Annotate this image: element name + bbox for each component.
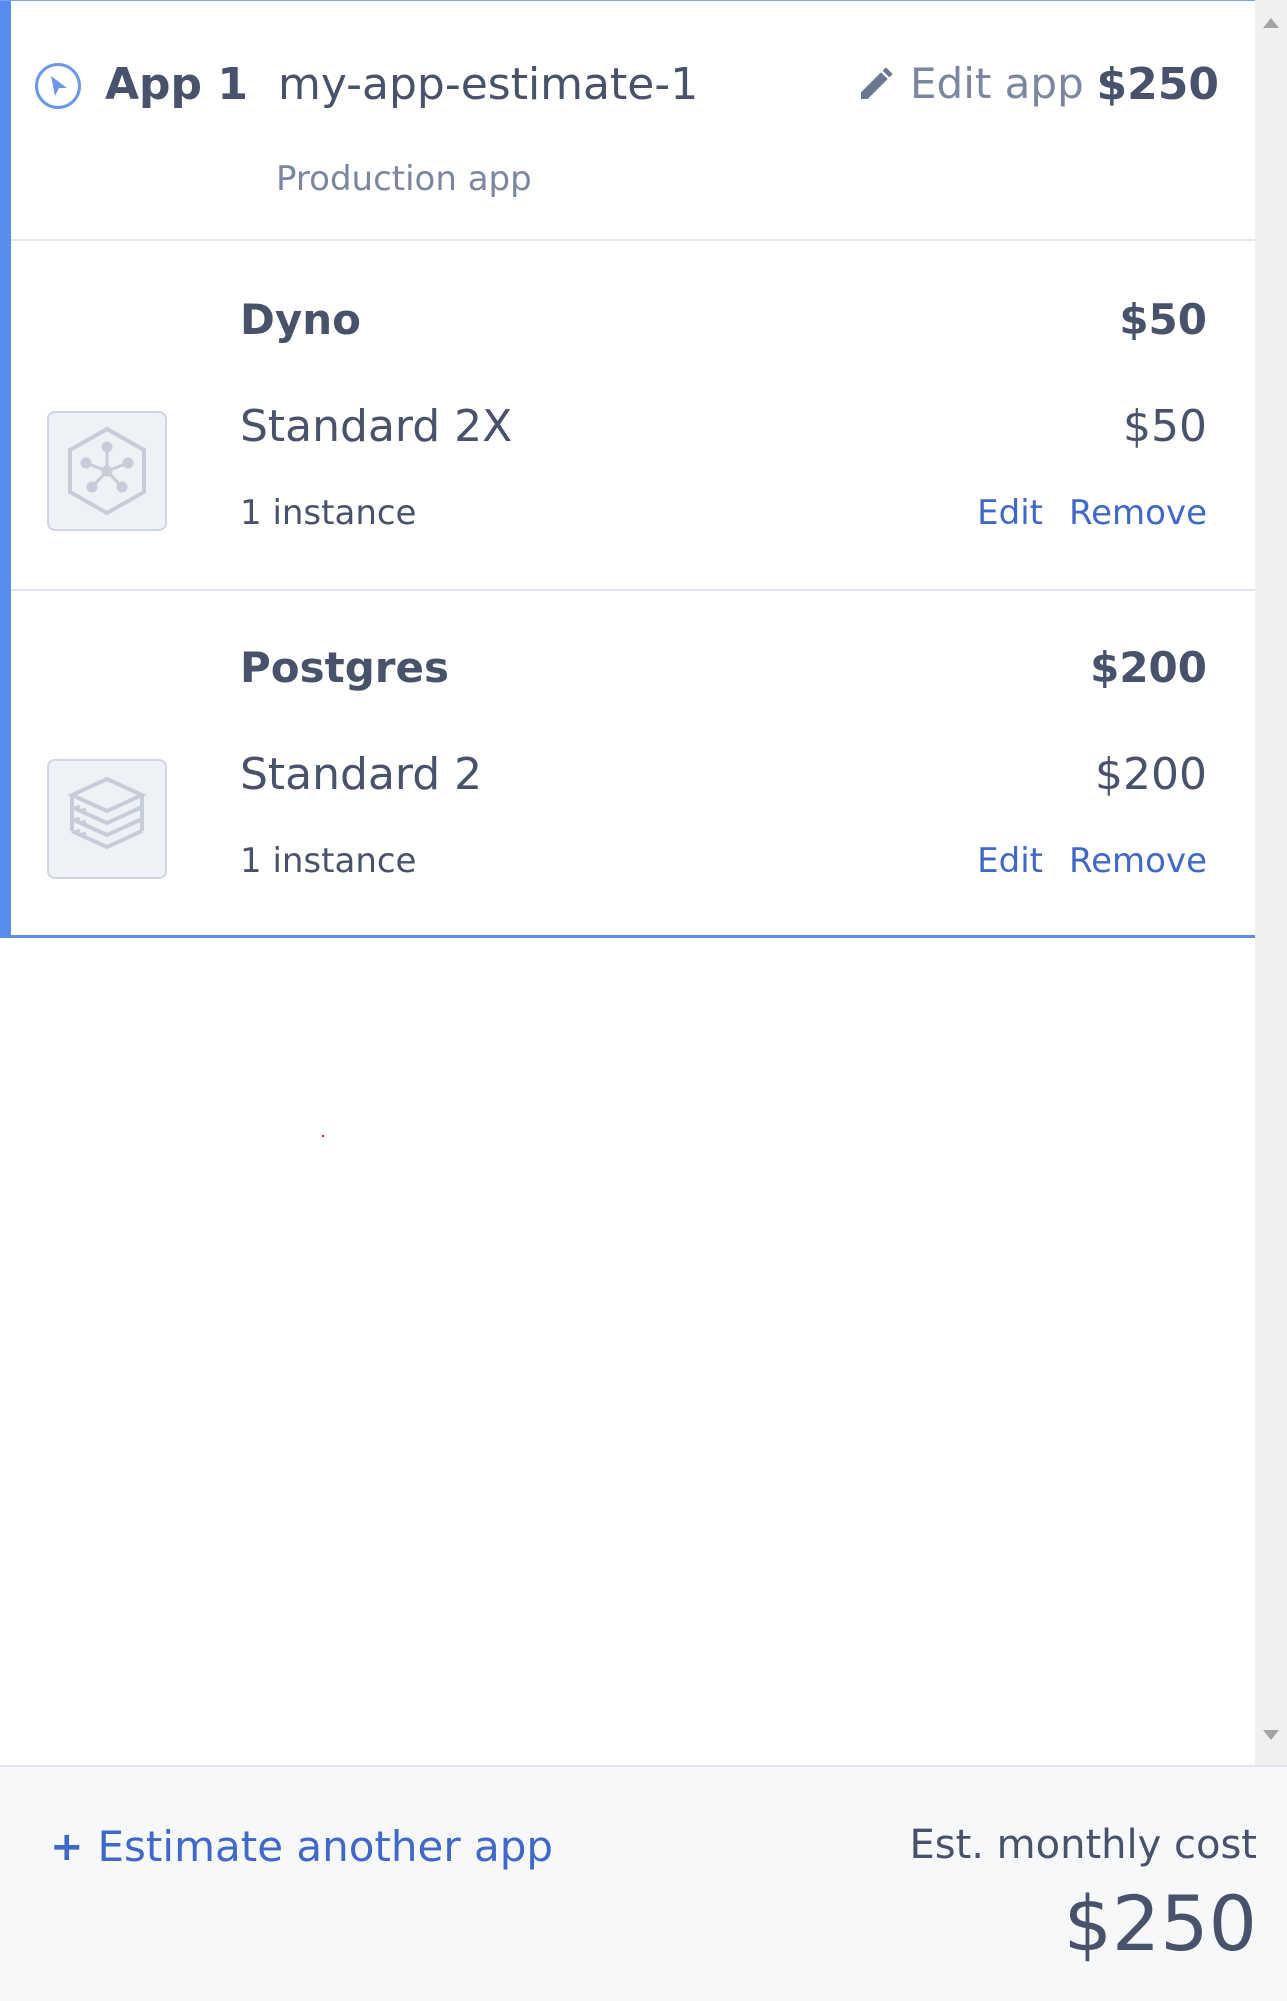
app-total-price: $250 [1096, 59, 1219, 110]
addon-category: Postgres [240, 643, 449, 692]
est-monthly-cost-total: $250 [1063, 1879, 1257, 1968]
vertical-scrollbar[interactable] [1255, 0, 1287, 1765]
addon-plan-price: $50 [1123, 401, 1207, 452]
addon-plan-price: $200 [1095, 749, 1207, 800]
estimate-another-app-label: Estimate another app [97, 1822, 554, 1871]
addon-category-price: $50 [1119, 295, 1207, 344]
edit-addon-button[interactable]: Edit [977, 493, 1043, 533]
addon-dyno: Dyno $50 Standard 2X $50 1 instance Edit… [11, 243, 1255, 591]
app-subtitle: Production app [276, 159, 532, 199]
database-stack-icon [47, 759, 167, 879]
app-number: App 1 [105, 59, 248, 110]
addon-postgres: Postgres $200 Standard 2 $200 1 instance… [11, 591, 1255, 936]
addon-actions: Edit Remove [977, 841, 1207, 881]
app-card: App 1 my-app-estimate-1 Production app E… [0, 0, 1255, 938]
plus-icon: + [50, 1823, 84, 1870]
remove-addon-button[interactable]: Remove [1069, 841, 1207, 881]
pencil-icon [861, 66, 893, 99]
est-monthly-cost-label: Est. monthly cost [909, 1822, 1257, 1868]
stray-dot [322, 1135, 324, 1137]
addon-plan: Standard 2X [240, 401, 513, 452]
scroll-down-icon[interactable] [1263, 1730, 1279, 1740]
edit-app-label: Edit app [910, 59, 1084, 108]
app-header: App 1 my-app-estimate-1 Production app E… [11, 1, 1255, 241]
dyno-hexagon-icon [47, 411, 167, 531]
footer: + Estimate another app Est. monthly cost… [0, 1765, 1287, 2001]
addon-category-price: $200 [1090, 643, 1207, 692]
app-accent-bar [0, 1, 11, 936]
edit-addon-button[interactable]: Edit [977, 841, 1043, 881]
edit-app-button[interactable]: Edit app [856, 59, 1084, 108]
addon-quantity: 1 instance [240, 841, 417, 881]
remove-addon-button[interactable]: Remove [1069, 493, 1207, 533]
estimate-viewport: App 1 my-app-estimate-1 Production app E… [0, 0, 1287, 1765]
addon-actions: Edit Remove [977, 493, 1207, 533]
app-name: my-app-estimate-1 [278, 59, 699, 110]
addon-quantity: 1 instance [240, 493, 417, 533]
compass-cursor-icon [35, 63, 81, 109]
estimate-another-app-button[interactable]: + Estimate another app [50, 1822, 553, 1871]
scroll-up-icon[interactable] [1263, 18, 1279, 28]
addon-category: Dyno [240, 295, 361, 344]
addon-plan: Standard 2 [240, 749, 483, 800]
